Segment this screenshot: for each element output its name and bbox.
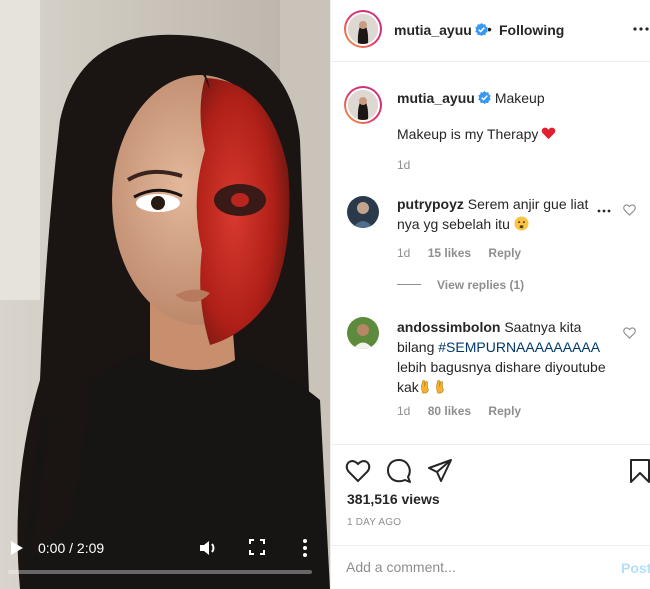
comment-username[interactable]: putrypoyz	[397, 196, 464, 212]
paper-plane-icon[interactable]	[427, 458, 453, 484]
comment-time: 1d	[397, 246, 411, 260]
post-date: 1 DAY AGO	[347, 517, 402, 528]
comment-time: 1d	[397, 404, 411, 418]
caption-header: mutia_ayuu Makeup	[397, 90, 545, 106]
bookmark-icon[interactable]	[627, 458, 650, 484]
video-progress-bar[interactable]	[8, 570, 312, 574]
view-replies-button[interactable]: View replies (1)	[397, 278, 524, 292]
comment-avatar[interactable]	[347, 317, 379, 349]
comment-body: putrypoyz Serem anjir gue liat nya yg se…	[397, 194, 597, 234]
comment-likes[interactable]: 15 likes	[428, 246, 471, 260]
more-options-icon[interactable]	[633, 27, 649, 31]
video-controls: 0:00 / 2:09	[0, 530, 330, 589]
comment-avatar[interactable]	[347, 196, 379, 228]
volume-icon[interactable]	[199, 539, 219, 557]
play-icon[interactable]	[10, 540, 24, 556]
caption-text: Makeup is my Therapy	[397, 126, 556, 142]
video-player[interactable]: 0:00 / 2:09	[0, 0, 330, 589]
comment-more-icon[interactable]	[597, 209, 611, 213]
post-button[interactable]: Post	[621, 560, 650, 576]
comment-reply-button[interactable]: Reply	[488, 404, 521, 418]
author-username[interactable]: mutia_ayuu	[394, 22, 488, 38]
comment-username[interactable]: andossimbolon	[397, 319, 500, 335]
post-header: mutia_ayuu • Following	[331, 0, 650, 62]
crossed-fingers-emoji-icon	[421, 380, 429, 394]
caption-category: Makeup	[494, 90, 545, 106]
header-separator: •	[487, 21, 492, 37]
comment-icon[interactable]	[386, 458, 412, 484]
caption-time: 1d	[397, 158, 411, 172]
comment-meta: 1d 15 likes Reply	[397, 246, 535, 260]
comment-reply-button[interactable]: Reply	[488, 246, 521, 260]
author-avatar[interactable]	[344, 10, 382, 48]
comment-like-icon[interactable]	[623, 327, 636, 339]
red-heart-emoji-icon	[542, 127, 556, 140]
worried-face-emoji-icon	[514, 216, 529, 231]
comments-section[interactable]: mutia_ayuu Makeup Makeup is my Therapy 1d…	[331, 63, 650, 443]
verified-badge-icon	[478, 91, 491, 104]
video-frame	[0, 0, 330, 589]
heart-icon[interactable]	[345, 458, 371, 484]
comment-likes[interactable]: 80 likes	[428, 404, 471, 418]
hashtag-link[interactable]: #SEMPURNAAAAAAAAA	[438, 339, 599, 355]
following-button[interactable]: Following	[499, 22, 564, 38]
view-count[interactable]: 381,516 views	[347, 491, 440, 507]
comment-body: andossimbolon Saatnya kita bilang #SEMPU…	[397, 317, 612, 397]
fullscreen-icon[interactable]	[249, 539, 265, 555]
comment-like-icon[interactable]	[623, 204, 636, 216]
more-options-vertical-icon[interactable]	[299, 538, 311, 558]
caption-username[interactable]: mutia_ayuu	[397, 90, 475, 106]
comment-input[interactable]	[346, 556, 596, 578]
video-time: 0:00 / 2:09	[38, 540, 105, 556]
crossed-fingers-emoji-icon	[436, 380, 444, 394]
comment-meta: 1d 80 likes Reply	[397, 404, 535, 418]
verified-badge-icon	[475, 23, 488, 36]
add-comment-bar: Post	[331, 545, 650, 589]
post-actions: 381,516 views 1 DAY AGO	[331, 444, 650, 544]
caption-avatar[interactable]	[344, 86, 382, 124]
post-panel: mutia_ayuu • Following mutia_ayuu Makeup …	[330, 0, 650, 589]
